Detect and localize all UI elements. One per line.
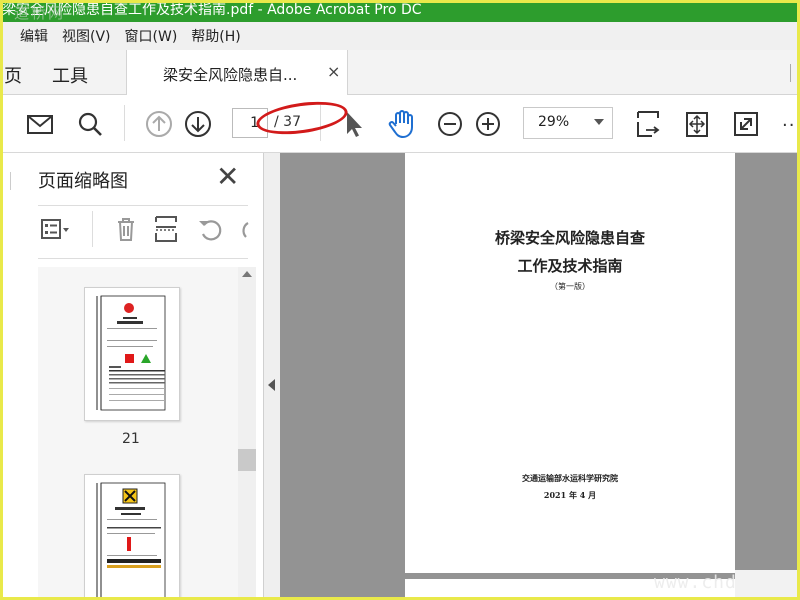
panel-collapse-strip[interactable] bbox=[264, 153, 280, 600]
fit-width-icon[interactable] bbox=[632, 108, 664, 140]
tab-document-label: 梁安全风险隐患自... bbox=[163, 66, 298, 84]
next-page-icon[interactable] bbox=[182, 108, 214, 140]
toolbar-divider bbox=[124, 105, 125, 141]
thumbnail-page-21[interactable] bbox=[84, 287, 180, 421]
thumbnail-page-22[interactable] bbox=[84, 474, 180, 600]
watermark-backdrop bbox=[735, 570, 800, 600]
tab-bar: 页 工具 梁安全风险隐患自... × bbox=[0, 50, 800, 95]
tab-document[interactable]: 梁安全风险隐患自... × bbox=[126, 50, 348, 95]
tab-close-icon[interactable]: × bbox=[327, 62, 340, 81]
panel-toolbar bbox=[38, 211, 250, 251]
search-icon[interactable] bbox=[74, 108, 106, 140]
extract-pages-icon[interactable] bbox=[150, 213, 182, 245]
document-viewer[interactable]: 桥梁安全风险隐患自查 工作及技术指南 （第一版） 交通运输部水运科学研究院 20… bbox=[280, 153, 800, 600]
watermark-top: 道桥网 bbox=[14, 4, 66, 22]
zoom-value: 29% bbox=[538, 114, 570, 130]
menu-window[interactable]: 窗口(W) bbox=[125, 26, 178, 46]
chevron-down-icon bbox=[594, 119, 604, 125]
zoom-select[interactable]: 29% bbox=[523, 107, 613, 139]
previous-page-icon[interactable] bbox=[143, 108, 175, 140]
document-organization: 交通运输部水运科学研究院 bbox=[522, 473, 618, 483]
panel-title: 页面缩略图 bbox=[38, 171, 128, 192]
tab-tools[interactable]: 工具 bbox=[52, 62, 88, 88]
thumbnail-options-icon[interactable] bbox=[38, 213, 70, 245]
window-title-bar: 梁安全风险隐患自查工作及技术指南.pdf - Adobe Acrobat Pro… bbox=[0, 0, 800, 22]
pdf-page[interactable]: 桥梁安全风险隐患自查 工作及技术指南 （第一版） 交通运输部水运科学研究院 20… bbox=[405, 153, 735, 573]
menu-view[interactable]: 视图(V) bbox=[62, 26, 111, 46]
delete-icon[interactable] bbox=[110, 213, 142, 245]
zoom-in-icon[interactable] bbox=[472, 108, 504, 140]
toolbar: 1 / 37 29% ··· bbox=[0, 95, 800, 153]
panel-pointer bbox=[10, 172, 20, 190]
tab-scroll-handle[interactable] bbox=[790, 64, 798, 82]
document-date: 2021 年 4 月 bbox=[543, 490, 597, 500]
full-screen-icon[interactable] bbox=[730, 108, 762, 140]
thumbnail-scrollbar[interactable] bbox=[238, 267, 256, 600]
document-title-line1: 桥梁安全风险隐患自查 bbox=[494, 229, 645, 247]
panel-divider bbox=[38, 205, 248, 206]
panel-divider bbox=[92, 211, 93, 247]
more-tools-icon[interactable]: ··· bbox=[782, 115, 800, 136]
close-icon[interactable]: ✕ bbox=[216, 161, 239, 193]
hand-tool-icon[interactable] bbox=[386, 108, 418, 140]
fit-page-icon[interactable] bbox=[681, 108, 713, 140]
rotate-right-icon[interactable] bbox=[234, 213, 266, 245]
document-edition: （第一版） bbox=[550, 282, 590, 291]
tab-home[interactable]: 页 bbox=[4, 62, 22, 88]
email-icon[interactable] bbox=[24, 108, 56, 140]
menu-help[interactable]: 帮助(H) bbox=[191, 26, 240, 46]
thumbnail-label: 21 bbox=[122, 431, 140, 447]
menu-bar: 编辑 视图(V) 窗口(W) 帮助(H) bbox=[0, 22, 800, 50]
thumbnail-list[interactable]: 21 bbox=[38, 267, 238, 600]
zoom-out-icon[interactable] bbox=[434, 108, 466, 140]
menu-edit[interactable]: 编辑 bbox=[20, 26, 48, 46]
panel-divider bbox=[38, 258, 248, 259]
scrollbar-thumb[interactable] bbox=[238, 449, 256, 471]
rotate-left-icon[interactable] bbox=[194, 213, 226, 245]
scroll-up-icon[interactable] bbox=[242, 271, 252, 277]
document-title-line2: 工作及技术指南 bbox=[517, 257, 623, 275]
collapse-arrow-icon[interactable] bbox=[268, 379, 275, 391]
